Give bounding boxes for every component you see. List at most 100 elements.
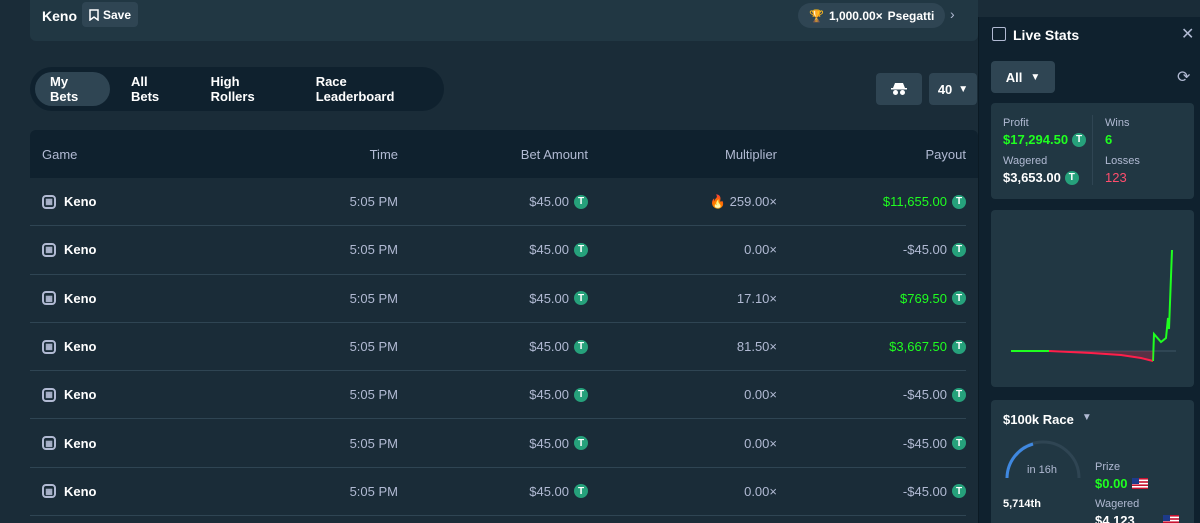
race-title[interactable]: $100k Race ▼	[1003, 412, 1092, 427]
table-row[interactable]: ▦ Keno 5:05 PM $45.00 T 81.50× $3,667.50 T	[30, 323, 966, 372]
header-multiplier: Multiplier	[724, 146, 777, 162]
tether-icon: T	[1072, 132, 1087, 147]
keno-game-icon: ▦	[42, 242, 56, 257]
row-time: 5:05 PM	[349, 435, 398, 451]
tab-my-bets[interactable]: My Bets	[35, 72, 110, 106]
prize-value: $0.00	[1095, 476, 1148, 491]
stats-divider	[1092, 115, 1093, 185]
tether-icon: T	[574, 484, 588, 499]
page-size-select[interactable]: 40 ▼	[929, 73, 977, 105]
tether-icon: T	[952, 194, 966, 209]
row-game[interactable]: ▦ Keno	[30, 194, 240, 209]
chevron-down-icon: ▼	[1030, 71, 1041, 83]
row-time: 5:05 PM	[349, 339, 398, 355]
race-pill-user: Psegatti	[887, 8, 935, 23]
tether-icon: T	[952, 436, 966, 451]
keno-game-icon: ▦	[42, 194, 56, 209]
tether-icon: T	[952, 484, 966, 499]
row-time: 5:05 PM	[349, 387, 398, 403]
header-time: Time	[369, 146, 398, 162]
bets-tabs: My Bets All Bets High Rollers Race Leade…	[30, 67, 444, 111]
keno-game-icon: ▦	[42, 484, 56, 499]
chevron-right-icon[interactable]: ›	[950, 6, 955, 22]
row-payout: -$45.00 T	[777, 484, 966, 499]
row-game[interactable]: ▦ Keno	[30, 291, 240, 306]
us-flag-icon	[1163, 515, 1180, 523]
stats-summary: Profit $17,294.50 T Wagered $3,653.00 T Wi…	[991, 103, 1194, 199]
page-size-value: 40	[937, 81, 953, 97]
stats-filter-select[interactable]: All ▼	[991, 61, 1055, 93]
row-multiplier: 🔥 259.00×	[709, 193, 777, 210]
trophy-icon: 🏆	[809, 8, 824, 23]
keno-game-icon: ▦	[42, 436, 56, 451]
wagered-value: $3,653.00 T	[1003, 170, 1079, 185]
tab-all-bets[interactable]: All Bets	[116, 72, 190, 106]
wins-label: Wins	[1105, 117, 1130, 129]
incognito-button[interactable]	[876, 73, 922, 105]
header-game: Game	[42, 146, 78, 162]
row-game[interactable]: ▦ Keno	[30, 484, 240, 499]
table-row[interactable]: ▦ Keno 5:05 PM $45.00 T 🔥 259.00× $11,655.00 T	[30, 178, 966, 227]
profit-line-spike	[1152, 249, 1173, 362]
row-payout: -$45.00 T	[777, 387, 966, 402]
row-game[interactable]: ▦ Keno	[30, 387, 240, 402]
race-rank: 5,714th	[1003, 498, 1041, 510]
row-payout: $11,655.00 T	[777, 194, 966, 209]
save-button[interactable]: Save	[82, 2, 139, 27]
profit-label: Profit	[1003, 117, 1029, 129]
live-stats-title: Live Stats	[1013, 27, 1080, 43]
header-payout: Payout	[925, 146, 966, 162]
row-game[interactable]: ▦ Keno	[30, 242, 240, 257]
row-bet-amount: $45.00 T	[398, 484, 588, 499]
tab-high-rollers[interactable]: High Rollers	[196, 72, 295, 106]
tether-icon: T	[952, 387, 966, 402]
tether-icon: T	[574, 242, 588, 257]
row-payout: -$45.00 T	[777, 436, 966, 451]
row-multiplier: 0.00×	[744, 242, 777, 258]
chevron-down-icon: ▼	[1081, 412, 1092, 423]
game-header-bar: Keno Save 🏆 1,000.00× Psegatti ›	[30, 0, 978, 41]
race-card: $100k Race ▼ in 16h 5,714th Prize $0.00 …	[991, 400, 1194, 523]
row-time: 5:05 PM	[349, 483, 398, 499]
table-row[interactable]: ▦ Keno 5:05 PM $45.00 T 0.00× -$45.00 T	[30, 468, 966, 517]
keno-game-icon: ▦	[42, 339, 56, 354]
tether-icon: T	[574, 436, 588, 451]
row-game[interactable]: ▦ Keno	[30, 436, 240, 451]
row-bet-amount: $45.00 T	[398, 436, 588, 451]
row-multiplier: 17.10×	[736, 290, 777, 306]
tether-icon: T	[952, 242, 966, 257]
table-row[interactable]: ▦ Keno 5:05 PM $45.00 T 17.10× $769.50 T	[30, 275, 966, 323]
tether-icon: T	[574, 291, 588, 306]
row-payout: $769.50 T	[777, 291, 966, 306]
row-time: 5:05 PM	[349, 194, 398, 210]
table-row[interactable]: ▦ Keno 5:05 PM $45.00 T 0.00× -$45.00 T	[30, 226, 966, 275]
chevron-down-icon: ▼	[958, 83, 969, 95]
tether-icon: T	[952, 291, 966, 306]
row-bet-amount: $45.00 T	[398, 242, 588, 257]
losses-value: 123	[1105, 170, 1127, 185]
row-game[interactable]: ▦ Keno	[30, 339, 240, 354]
refresh-icon[interactable]: ⟳	[1177, 67, 1190, 87]
row-multiplier: 0.00×	[744, 387, 777, 403]
race-time-left: in 16h	[1027, 464, 1057, 476]
race-leader-pill[interactable]: 🏆 1,000.00× Psegatti	[798, 3, 946, 28]
row-time: 5:05 PM	[349, 290, 398, 306]
table-header: Game Time Bet Amount Multiplier Payout	[30, 130, 978, 178]
keno-game-icon: ▦	[42, 387, 56, 402]
row-payout: $3,667.50 T	[777, 339, 966, 354]
wins-value: 6	[1105, 132, 1113, 147]
bookmark-icon	[89, 8, 99, 21]
incognito-icon	[891, 83, 907, 95]
fire-icon: 🔥	[709, 193, 726, 209]
table-row[interactable]: ▦ Keno 5:05 PM $45.00 T 0.00× -$45.00 T	[30, 419, 966, 468]
race-pill-amount: 1,000.00×	[828, 8, 883, 23]
tether-icon: T	[574, 387, 588, 402]
game-title: Keno	[42, 8, 77, 24]
wagered-label: Wagered	[1003, 155, 1048, 167]
tab-race-leaderboard[interactable]: Race Leaderboard	[301, 72, 433, 106]
table-body: ▦ Keno 5:05 PM $45.00 T 🔥 259.00× $11,655.00 T ▦ K…	[30, 178, 978, 517]
table-row[interactable]: ▦ Keno 5:05 PM $45.00 T 0.00× -$45.00 T	[30, 371, 966, 420]
close-icon[interactable]: ✕	[1181, 24, 1194, 44]
bets-table: Game Time Bet Amount Multiplier Payout ▦…	[30, 130, 978, 517]
tether-icon: T	[574, 194, 588, 209]
